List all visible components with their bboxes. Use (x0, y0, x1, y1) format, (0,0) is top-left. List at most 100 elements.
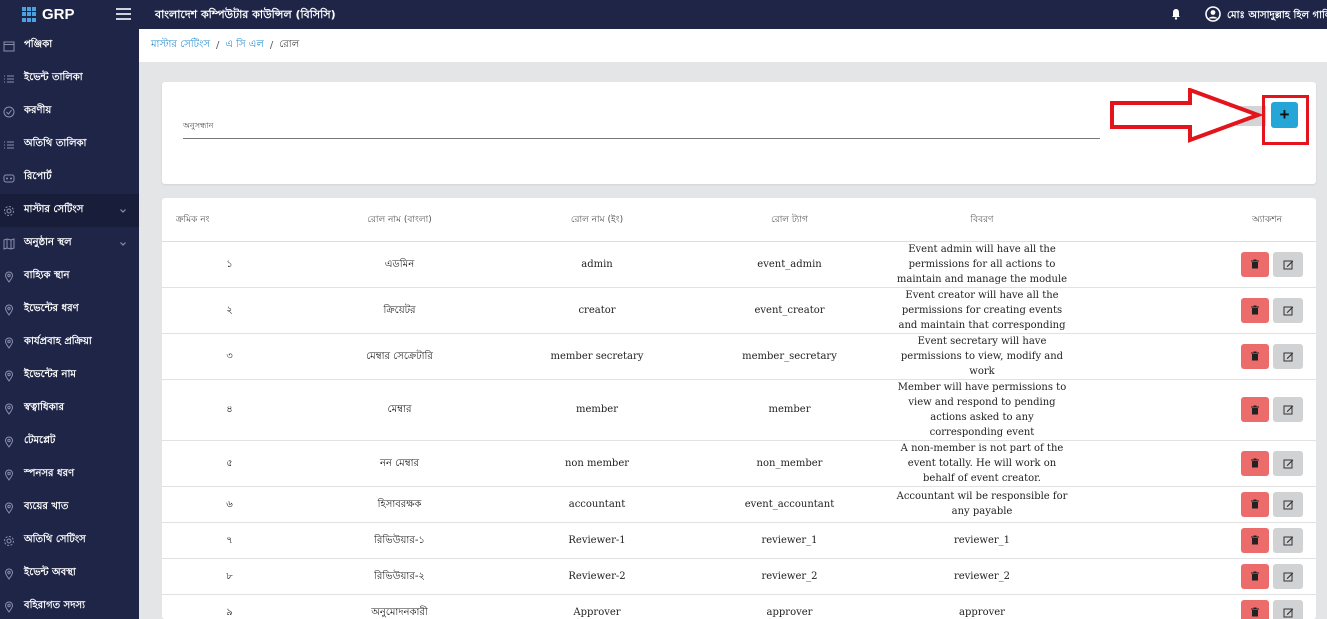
delete-button[interactable] (1241, 397, 1269, 422)
sidebar-item-4[interactable]: অতিথি তালিকা (0, 128, 139, 161)
search-input[interactable] (183, 134, 1100, 139)
location-icon (4, 601, 14, 613)
sidebar-item-13[interactable]: টেমপ্লেট (0, 425, 139, 458)
sidebar-item-3[interactable]: করণীয় (0, 95, 139, 128)
breadcrumb-current: রোল (279, 39, 300, 50)
cell-serial: ৫ (162, 440, 297, 487)
edit-button[interactable] (1273, 251, 1303, 277)
sidebar-item-5[interactable]: রিপোর্ট (0, 161, 139, 194)
sidebar-item-label: বাহ্যিক স্থান (24, 270, 70, 281)
sidebar-item-11[interactable]: ইভেন্টের নাম (0, 359, 139, 392)
location-icon (4, 271, 14, 283)
cell-name-en: creator (502, 287, 692, 334)
sidebar-item-18[interactable]: বহিরাগত সদস্য (0, 590, 139, 619)
delete-button[interactable] (1241, 491, 1269, 517)
delete-button[interactable] (1241, 297, 1269, 323)
sidebar-item-17[interactable]: ইভেন্ট অবস্থা (0, 557, 139, 590)
delete-button[interactable] (1241, 343, 1269, 369)
sidebar-item-6[interactable]: মাস্টার সেটিংস (0, 194, 139, 227)
calendar-icon (3, 41, 15, 51)
header-name-en: রোল নাম (ইং) (502, 198, 692, 242)
sidebar-item-2[interactable]: ইভেন্ট তালিকা (0, 62, 139, 95)
edit-button[interactable] (1273, 297, 1303, 323)
chevron-down-icon[interactable] (119, 207, 127, 215)
row-actions (1077, 527, 1316, 553)
sidebar-item-label: রিপোর্ট (24, 171, 52, 182)
cell-serial: ১ (162, 241, 297, 288)
cell-name-bn: নন মেম্বার (297, 440, 502, 487)
breadcrumb-separator: / (269, 40, 274, 51)
edit-button[interactable] (1273, 527, 1303, 553)
table-row: ১ এডমিন admin event_admin Event admin will h… (162, 241, 1316, 288)
delete-button[interactable] (1241, 563, 1269, 589)
row-actions (1077, 297, 1316, 323)
delete-button[interactable] (1241, 450, 1269, 476)
edit-icon (1283, 306, 1293, 315)
cell-name-bn: হিসাবরক্ষক (297, 486, 502, 523)
user-avatar-icon[interactable] (1205, 6, 1221, 22)
edit-button[interactable] (1273, 450, 1303, 476)
sidebar-item-10[interactable]: কার্যপ্রবাহ প্রক্রিয়া (0, 326, 139, 359)
location-icon (4, 370, 14, 382)
sidebar-item-label: ইভেন্ট অবস্থা (24, 567, 76, 578)
header-tag: রোল ট্যাগ (692, 198, 887, 242)
cell-actions (1077, 558, 1316, 595)
sidebar-item-9[interactable]: ইভেন্টের ধরণ (0, 293, 139, 326)
trash-icon (1251, 499, 1259, 509)
sidebar-item-12[interactable]: স্বত্বাধিকার (0, 392, 139, 425)
cell-serial: ৩ (162, 333, 297, 380)
cell-description: A non-member is not part of the event to… (887, 440, 1077, 487)
sidebar-item-7[interactable]: অনুষ্ঠান স্থল (0, 227, 139, 260)
delete-button[interactable] (1241, 251, 1269, 277)
cell-tag: event_admin (692, 241, 887, 288)
table-row: ৩ মেম্বার সেক্রেটারি member secretary membe… (162, 333, 1316, 380)
cell-actions (1077, 522, 1316, 559)
delete-button[interactable] (1241, 527, 1269, 553)
map-icon (3, 237, 15, 250)
trash-icon (1251, 607, 1259, 617)
sidebar-item-8[interactable]: বাহ্যিক স্থান (0, 260, 139, 293)
edit-button[interactable] (1273, 343, 1303, 369)
edit-button[interactable] (1273, 397, 1303, 422)
sidebar-item-1[interactable]: পঞ্জিকা (0, 29, 139, 62)
sidebar-item-15[interactable]: ব্যয়ের খাত (0, 491, 139, 524)
table-row: ৯ অনুমোদনকারী Approver approver approver (162, 594, 1316, 619)
sidebar-item-label: ইভেন্টের নাম (24, 369, 76, 380)
location-icon (4, 469, 14, 481)
edit-button[interactable] (1273, 491, 1303, 517)
menu-toggle-icon[interactable] (116, 8, 131, 20)
cell-serial: ৪ (162, 379, 297, 441)
user-name[interactable]: মোঃ আসাদুল্লাহ হিল গালিব (1227, 8, 1327, 25)
location-icon (4, 502, 14, 514)
sidebar-item-label: পঞ্জিকা (24, 39, 53, 50)
breadcrumb-acl[interactable]: এ সি এল (225, 37, 264, 54)
edit-button[interactable] (1273, 599, 1303, 619)
cell-tag: non_member (692, 440, 887, 487)
sidebar-item-label: ব্যয়ের খাত (24, 501, 69, 512)
logo[interactable]: GRP (0, 0, 100, 29)
row-actions (1077, 599, 1316, 619)
sidebar-item-label: অতিথি সেটিংস (24, 534, 86, 545)
table-row: ৭ রিভিউয়ার-১ Reviewer-1 reviewer_1 reviewer… (162, 522, 1316, 559)
table-row: ৪ মেম্বার member member Member will have per… (162, 379, 1316, 441)
delete-button[interactable] (1241, 599, 1269, 619)
cell-tag: event_accountant (692, 486, 887, 523)
edit-button[interactable] (1273, 563, 1303, 589)
annotation-highlight-box (1262, 95, 1309, 145)
table-row: ৬ হিসাবরক্ষক accountant event_accountant Acc… (162, 486, 1316, 523)
sidebar-item-16[interactable]: অতিথি সেটিংস (0, 524, 139, 557)
chevron-down-icon[interactable] (119, 240, 127, 248)
breadcrumb-master-settings[interactable]: মাস্টার সেটিংস (151, 37, 210, 54)
edit-icon (1283, 459, 1293, 468)
cell-name-bn: ক্রিয়েটর (297, 287, 502, 334)
cell-serial: ৭ (162, 522, 297, 559)
cell-description: Accountant wil be responsible for any pa… (887, 486, 1077, 523)
sidebar-item-14[interactable]: স্পনসর ধরণ (0, 458, 139, 491)
trash-icon (1251, 259, 1259, 269)
cell-name-en: Reviewer-2 (502, 558, 692, 595)
bell-icon[interactable] (1170, 8, 1182, 20)
breadcrumb: মাস্টার সেটিংস / এ সি এল / রোল (139, 29, 1327, 62)
cell-description: approver (887, 594, 1077, 619)
list-icon (4, 141, 14, 148)
trash-icon (1251, 458, 1259, 468)
